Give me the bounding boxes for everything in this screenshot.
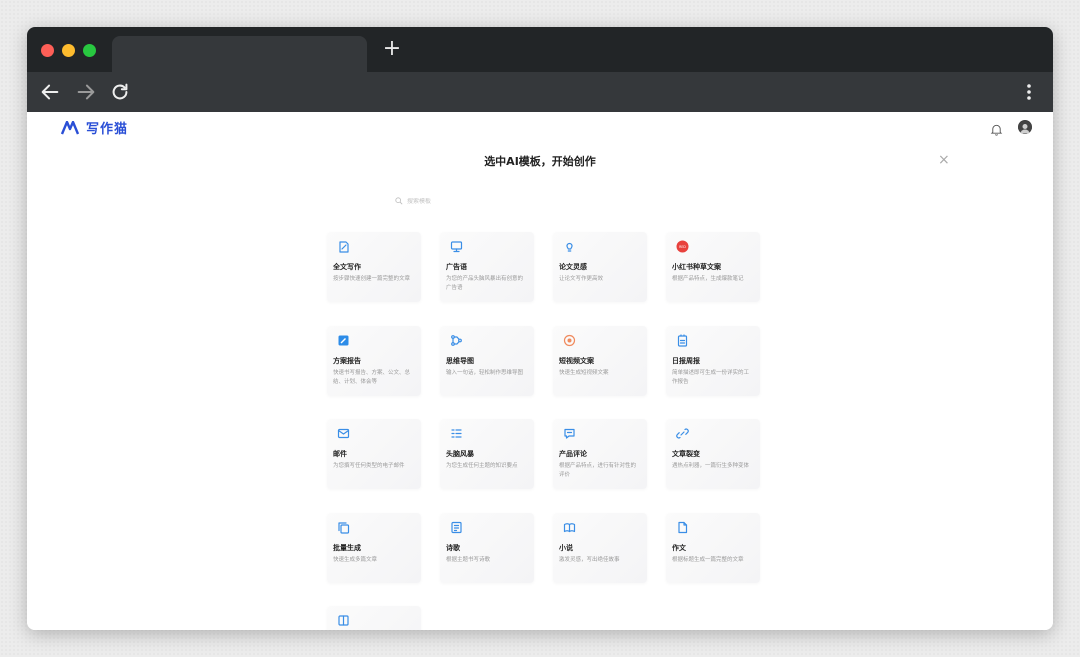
template-description: 快速书写报告、方案、公文、总结、计划、体会等 bbox=[333, 370, 411, 385]
new-tab-button[interactable]: + bbox=[382, 38, 402, 60]
template-title: 批量生成 bbox=[333, 544, 361, 552]
template-description: 为您的产品头脑风暴出有创意的广告语 bbox=[446, 276, 524, 291]
template-title: 诗歌 bbox=[446, 544, 460, 552]
browser-menu-button[interactable] bbox=[1019, 82, 1039, 102]
book-list-icon bbox=[450, 521, 463, 534]
arrow-right-icon bbox=[77, 84, 95, 100]
template-card[interactable]: 头脑风暴为您生成任何主题的知识要点 bbox=[440, 419, 534, 489]
logo-text: 写作猫 bbox=[86, 122, 129, 137]
template-title: 论文灵感 bbox=[559, 263, 587, 271]
template-card[interactable]: 产品评论根据产品特点，进行有针对性的评价 bbox=[553, 419, 647, 489]
template-card[interactable]: 诗歌根据主题书写诗歌 bbox=[440, 513, 534, 583]
template-description: 根据产品特点，进行有针对性的评价 bbox=[559, 463, 637, 478]
close-window-button[interactable] bbox=[41, 44, 54, 57]
template-card[interactable]: 小说激发灵感，写出绝佳故事 bbox=[553, 513, 647, 583]
template-title: 思维导图 bbox=[446, 357, 474, 365]
link-icon bbox=[676, 427, 689, 440]
logo-mark-icon bbox=[61, 120, 80, 134]
template-title: 短视频文案 bbox=[559, 357, 594, 365]
maximize-window-button[interactable] bbox=[83, 44, 96, 57]
template-title: 邮件 bbox=[333, 450, 347, 458]
template-description: 按步骤快速创建一篇完整的文章 bbox=[333, 276, 411, 282]
template-card[interactable]: 全文写作按步骤快速创建一篇完整的文章 bbox=[327, 232, 421, 302]
xiaohongshu-icon: RED bbox=[676, 240, 689, 253]
reload-button[interactable] bbox=[109, 81, 131, 103]
template-card[interactable]: 思维导图输入一句话，轻松制作思维导图 bbox=[440, 326, 534, 396]
template-description: 为您生成任何主题的知识要点 bbox=[446, 463, 518, 469]
open-book-icon bbox=[563, 521, 576, 534]
mindmap-icon bbox=[450, 334, 463, 347]
arrow-left-icon bbox=[41, 84, 59, 100]
template-description: 根据标题生成一篇完整的文章 bbox=[672, 557, 744, 563]
app-content: 写作猫 选中AI模板，开始创作 × 全文写作按步骤快速创建一篇完整的文章广告语为… bbox=[27, 112, 1053, 630]
template-description: 快速生成短视频文案 bbox=[559, 370, 609, 376]
template-description: 为您撰写任何类型的电子邮件 bbox=[333, 463, 405, 469]
template-title: 方案报告 bbox=[333, 357, 361, 365]
template-card[interactable]: 论文灵感让论文写作更高效 bbox=[553, 232, 647, 302]
reload-icon bbox=[112, 83, 128, 100]
browser-tab[interactable] bbox=[112, 36, 367, 72]
template-description: 快速生成多篇文章 bbox=[333, 557, 378, 563]
template-title: 全文写作 bbox=[333, 263, 361, 271]
template-title: 小说 bbox=[559, 544, 573, 552]
template-title: 产品评论 bbox=[559, 450, 587, 458]
monitor-icon bbox=[450, 240, 463, 253]
dialog-title: 选中AI模板，开始创作 bbox=[484, 155, 596, 168]
pencil-square-icon bbox=[337, 334, 350, 347]
template-title: 作文 bbox=[672, 544, 686, 552]
window-controls bbox=[41, 44, 96, 57]
forward-button[interactable] bbox=[75, 81, 97, 103]
browser-toolbar bbox=[27, 72, 1053, 112]
template-description: 激发灵感，写出绝佳故事 bbox=[559, 557, 620, 563]
template-title: 日报周报 bbox=[672, 357, 700, 365]
template-card[interactable]: RED 小红书种草文案根据产品特点，生成爆款笔记 bbox=[666, 232, 760, 302]
kebab-menu-icon bbox=[1027, 84, 1031, 100]
edit-doc-icon bbox=[337, 240, 350, 253]
template-description: 根据主题书写诗歌 bbox=[446, 557, 491, 563]
back-button[interactable] bbox=[39, 81, 61, 103]
template-search bbox=[395, 197, 607, 205]
avatar-icon bbox=[1018, 121, 1032, 134]
bulb-icon bbox=[563, 240, 576, 253]
search-input[interactable] bbox=[407, 197, 607, 205]
notification-button[interactable] bbox=[990, 121, 1003, 136]
bell-icon bbox=[990, 124, 1003, 136]
mail-icon bbox=[337, 427, 350, 440]
browser-tab-bar: + bbox=[27, 27, 1053, 72]
template-card[interactable]: 批量生成快速生成多篇文章 bbox=[327, 513, 421, 583]
template-description: 根据产品特点，生成爆款笔记 bbox=[672, 276, 744, 282]
template-description: 让论文写作更高效 bbox=[559, 276, 604, 282]
template-title: 小红书种草文案 bbox=[672, 263, 721, 271]
list-icon bbox=[450, 427, 463, 440]
book-icon bbox=[337, 614, 350, 627]
close-dialog-button[interactable]: × bbox=[938, 153, 950, 167]
app-logo[interactable]: 写作猫 bbox=[61, 118, 128, 137]
comment-icon bbox=[563, 427, 576, 440]
template-title: 头脑风暴 bbox=[446, 450, 474, 458]
template-title: 文章裂变 bbox=[672, 450, 700, 458]
template-description: 输入一句话，轻松制作思维导图 bbox=[446, 370, 524, 376]
video-circle-icon bbox=[563, 334, 576, 347]
template-card[interactable]: 广告语为您的产品头脑风暴出有创意的广告语 bbox=[440, 232, 534, 302]
file-icon bbox=[676, 521, 689, 534]
template-description: 简单描述即可生成一份详实的工作报告 bbox=[672, 370, 750, 385]
svg-text:RED: RED bbox=[679, 245, 686, 249]
template-card[interactable]: 邮件为您撰写任何类型的电子邮件 bbox=[327, 419, 421, 489]
template-card[interactable]: 方案报告快速书写报告、方案、公文、总结、计划、体会等 bbox=[327, 326, 421, 396]
template-card[interactable]: 日报周报简单描述即可生成一份详实的工作报告 bbox=[666, 326, 760, 396]
browser-window: + 写作猫 选中AI模板，开始创作 × 全文 bbox=[27, 27, 1053, 630]
search-icon bbox=[395, 197, 403, 205]
template-card[interactable]: 作文根据标题生成一篇完整的文章 bbox=[666, 513, 760, 583]
template-card[interactable] bbox=[327, 606, 421, 630]
user-avatar[interactable] bbox=[1018, 120, 1032, 134]
template-description: 遇热点利器，一篇衍生多种变体 bbox=[672, 463, 750, 469]
template-card[interactable]: 短视频文案快速生成短视频文案 bbox=[553, 326, 647, 396]
report-icon bbox=[676, 334, 689, 347]
copy-stack-icon bbox=[337, 521, 350, 534]
template-title: 广告语 bbox=[446, 263, 467, 271]
minimize-window-button[interactable] bbox=[62, 44, 75, 57]
template-card[interactable]: 文章裂变遇热点利器，一篇衍生多种变体 bbox=[666, 419, 760, 489]
